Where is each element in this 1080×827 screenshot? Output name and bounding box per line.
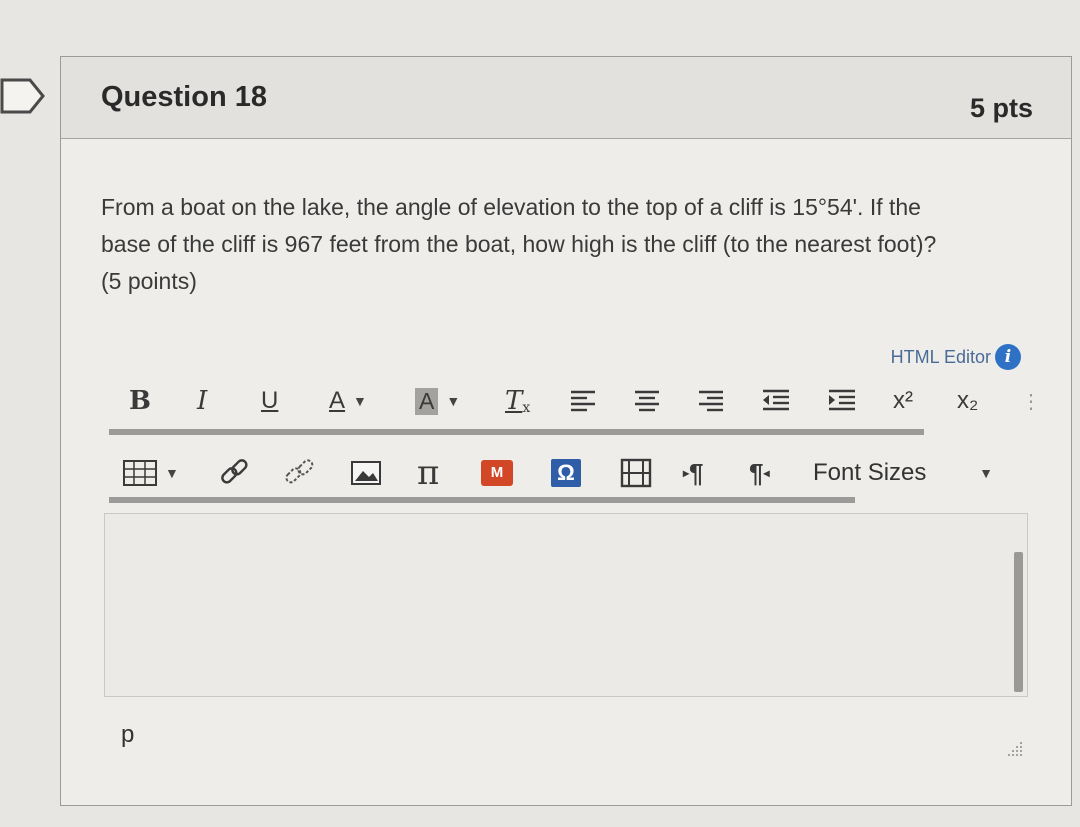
editor-toolbar-row-1: B I U A ▼ A ▼ Tx x² x₂ ⋮ [109,379,1041,423]
rtl-arrow-icon: ◂ [763,466,770,480]
subscript-button[interactable]: x₂ [957,379,978,423]
chevron-down-icon: ▼ [979,465,993,481]
html-editor-link[interactable]: HTML Editor i [891,344,1021,370]
info-icon[interactable]: i [995,344,1021,370]
table-icon [123,460,157,486]
font-color-label: A [329,387,346,414]
equation-button[interactable]: π [417,451,439,495]
editor-toolbar-row-2: ▼ π M Ω ▸ ¶ ¶ ◂ Font Sizes ▼ [109,451,1009,495]
clear-format-label: T [505,386,523,416]
question-text-line: (5 points) [101,268,197,294]
font-color-button[interactable]: A ▼ [329,379,367,423]
clear-formatting-button[interactable]: Tx [505,379,530,423]
bold-button[interactable]: B [129,379,151,423]
special-characters-button[interactable]: Ω [551,451,581,495]
indent-icon[interactable] [825,379,859,423]
font-sizes-label: Font Sizes [813,459,927,486]
answer-editor-body[interactable] [104,513,1028,697]
chevron-down-icon: ▼ [165,465,179,481]
align-left-icon[interactable] [567,379,599,423]
question-points: 5 pts [969,93,1033,123]
outdent-icon[interactable] [759,379,793,423]
background-color-button[interactable]: A ▼ [415,379,460,423]
question-text: From a boat on the lake, the angle of el… [101,189,1031,300]
align-center-icon[interactable] [631,379,663,423]
omega-icon: Ω [551,459,581,487]
resize-icon[interactable] [1005,739,1023,757]
question-header: Question 18 5 pts [61,57,1071,139]
align-right-icon[interactable] [695,379,727,423]
pi-icon: π [417,453,440,493]
element-path[interactable]: p [121,721,134,749]
link-icon[interactable] [217,451,251,495]
toolbar-divider [109,497,855,503]
underline-button[interactable]: U [261,379,278,423]
chevron-down-icon: ▼ [353,393,367,409]
more-options-icon[interactable]: ⋮ [1021,379,1041,423]
toolbar-divider [109,429,924,435]
question-text-line: base of the cliff is 967 feet from the b… [101,231,937,257]
italic-button[interactable]: I [197,379,207,423]
ltr-button[interactable]: ▸ ¶ [683,451,704,495]
unlink-icon[interactable] [281,451,317,495]
ltr-icon: ¶ [689,457,704,488]
question-text-line: From a boat on the lake, the angle of el… [101,194,921,220]
rtl-button[interactable]: ¶ ◂ [749,451,770,495]
superscript-button[interactable]: x² [893,379,913,423]
office-mix-button[interactable]: M [481,451,513,495]
font-sizes-dropdown[interactable]: Font Sizes ▼ [813,451,993,495]
chevron-down-icon: ▼ [446,393,461,409]
bg-color-label: A [415,387,439,415]
office-mix-icon: M [481,460,513,486]
question-title: Question 18 [101,81,267,113]
html-editor-label[interactable]: HTML Editor [891,347,991,368]
rtl-icon: ¶ [749,457,764,488]
question-card: Question 18 5 pts From a boat on the lak… [60,56,1072,806]
clear-x-icon: x [522,400,531,416]
table-button[interactable]: ▼ [123,451,179,495]
media-icon[interactable] [619,451,653,495]
image-icon[interactable] [349,451,383,495]
editor-scrollbar[interactable] [1014,552,1023,692]
flag-question-icon[interactable] [0,78,46,114]
